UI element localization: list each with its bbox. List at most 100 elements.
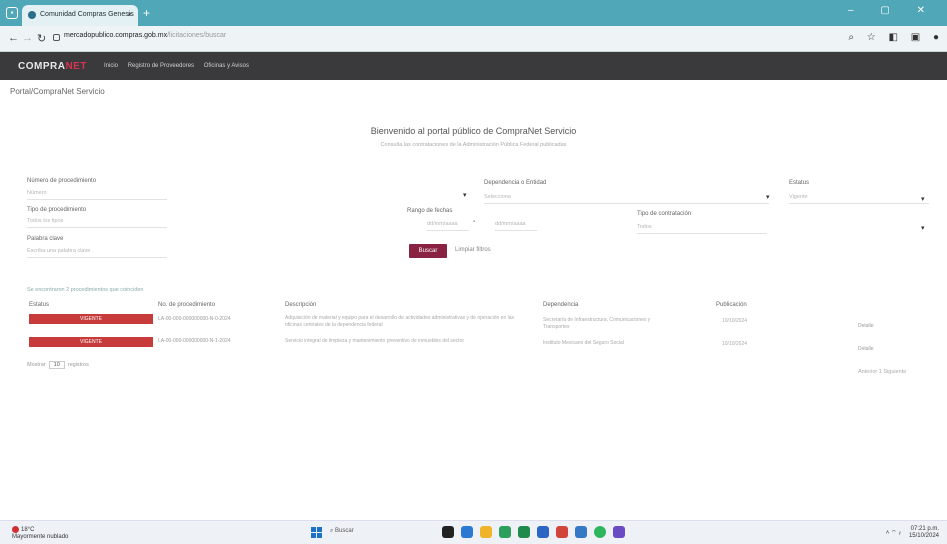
sidebar-icon[interactable]: ▣ [911,32,920,43]
clock-date: 15/10/2024 [908,533,939,539]
window-menu-icon[interactable]: ▪ [6,7,18,19]
procedure-number-link[interactable]: LA-00-000-000000000-N-1-2024 [158,338,278,345]
clock[interactable]: 07:21 p.m. 15/10/2024 [909,526,939,540]
header-date: Publicación [716,302,747,308]
site-menu: Inicio Registro de Proveedores Oficinas … [104,63,257,69]
status-badge: VIGENTE [29,337,153,347]
dates-label: Rango de fechas [407,208,453,214]
profile-icon[interactable]: ● [933,32,939,43]
status-badge: VIGENTE [29,314,153,324]
close-tab-icon[interactable]: × [127,10,132,19]
search-button[interactable]: Buscar [409,244,447,258]
tray-chevron-icon[interactable]: ˄ [886,531,890,537]
window-controls[interactable]: – ▢ ✕ [848,5,937,16]
taskbar-search-label: Buscar [335,528,354,534]
breadcrumb: Portal/CompraNet Servicio [10,87,105,96]
reload-icon[interactable]: ↻ [37,32,46,45]
new-tab-button[interactable]: + [143,7,150,19]
app-icon[interactable] [613,526,625,538]
weather-widget[interactable]: 18°C Mayormente nublado [12,526,68,541]
procedure-number-link[interactable]: LA-00-000-000000000-N-0-2024 [158,316,278,323]
bookmark-star-icon[interactable]: ☆ [867,32,876,43]
excel-icon[interactable] [518,526,530,538]
site-info-icon[interactable] [53,34,60,41]
word-icon[interactable] [537,526,549,538]
weather-temp: 18°C [21,527,35,534]
compranet-logo[interactable]: COMPRANET [18,61,87,72]
weather-icon [12,526,19,533]
clock-time: 07:21 p.m. [910,526,939,532]
calendar-icon[interactable]: ▪ [473,219,475,225]
extensions-icon[interactable]: ◧ [888,32,897,43]
whatsapp-icon[interactable] [594,526,606,538]
browser-tab-bar: ▪ Comunidad Compras Genesis × + – ▢ ✕ [0,0,947,26]
type-label: Tipo de procedimiento [27,207,87,213]
date-to-input[interactable]: dd/mm/aaaa [495,219,537,231]
clear-filters-button[interactable]: Limpiar filtros [455,247,491,253]
logo-accent: NET [65,61,87,72]
tab-title: Comunidad Compras Genesis [40,11,134,18]
volume-icon[interactable]: ♪ [898,531,901,537]
logo-main: COMPRA [18,61,66,72]
chevron-down-icon[interactable]: ▾ [766,193,770,201]
network-icon[interactable]: ⌔ [891,531,897,537]
chevron-down-icon[interactable]: ▾ [921,195,925,203]
file-explorer-icon[interactable] [480,526,492,538]
browser-tab[interactable]: Comunidad Compras Genesis × [22,5,138,26]
contract-label: Tipo de contratación [637,211,692,217]
entity-select[interactable]: Selecciona [484,192,769,204]
page-subtitle: Consulta las contrataciones de la Admini… [380,142,567,148]
site-header: COMPRANET Inicio Registro de Proveedores… [0,52,947,80]
url-path: /licitaciones/buscar [167,32,227,39]
status-select[interactable]: Vigente [789,192,929,204]
header-number: No. de procedimiento [158,302,216,308]
menu-item-inicio[interactable]: Inicio [104,63,118,69]
forward-icon[interactable]: → [22,32,33,44]
keyword-input[interactable]: Escriba una palabra clave [27,246,167,258]
date-from-input[interactable]: dd/mm/aaaa [427,219,469,231]
taskbar-apps [442,526,625,538]
address-bar: ← → ↻ mercadopublico.compras.gob.mx/lici… [0,26,947,52]
page-title: Bienvenido al portal público de CompraNe… [370,126,577,136]
keyword-label: Palabra clave [27,236,64,242]
results-count: Se encontraron 2 procedimientos que coin… [27,287,144,293]
page-size-control: Mostrar 10 registros [27,361,89,369]
url-host: mercadopublico.compras.gob.mx [64,32,168,39]
task-view-icon[interactable] [442,526,454,538]
zoom-icon[interactable]: ⌕ [848,32,854,43]
chevron-down-icon[interactable]: ▾ [463,191,467,199]
row-description: Adquisición de material y equipo para el… [285,315,515,328]
row-description: Servicio integral de limpieza y mantenim… [285,338,464,344]
url-field[interactable]: mercadopublico.compras.gob.mx/licitacion… [64,32,226,39]
back-icon[interactable]: ← [8,32,19,44]
pager[interactable]: Anterior 1 Siguiente [858,369,906,375]
row-dependency: Secretaría de Infraestructura, Comunicac… [543,317,651,330]
taskbar-search[interactable]: ⌕ Buscar [330,528,354,535]
menu-item-registro[interactable]: Registro de Proveedores [128,63,194,69]
chevron-down-icon[interactable]: ▾ [921,224,925,232]
header-dependency: Dependencia [543,302,579,308]
windows-start-icon[interactable] [311,527,322,538]
row-dependency: Instituto Mexicano del Seguro Social [543,340,624,346]
page-size-select[interactable]: 10 [48,361,65,369]
weather-desc: Mayormente nublado [12,534,69,541]
row-detail-link[interactable]: Detalle [858,323,874,330]
header-description: Descripción [285,302,317,308]
tab-favicon-icon [28,11,36,19]
row-detail-link[interactable]: Detalle [858,346,874,353]
type-select[interactable]: Todos los tipos [27,216,167,228]
row-date: 10/10/2024 [722,318,748,324]
contract-select[interactable]: Todos [637,222,767,234]
row-date: 10/10/2024 [722,341,748,347]
edge-icon[interactable] [461,526,473,538]
taskbar: 18°C Mayormente nublado ⌕ Buscar ˄ ⌔ ♪ 0… [0,520,947,544]
powerpoint-icon[interactable] [556,526,568,538]
system-tray: ˄ ⌔ ♪ 07:21 p.m. 15/10/2024 [886,526,939,540]
page-size-label: Mostrar [27,362,46,368]
number-input[interactable]: Número [27,188,167,200]
menu-item-oficinas[interactable]: Oficinas y Avisos [204,63,249,69]
header-status: Estatus [29,302,50,308]
outlook-icon[interactable] [575,526,587,538]
entity-label: Dependencia o Entidad [484,180,547,186]
chrome-icon[interactable] [499,526,511,538]
